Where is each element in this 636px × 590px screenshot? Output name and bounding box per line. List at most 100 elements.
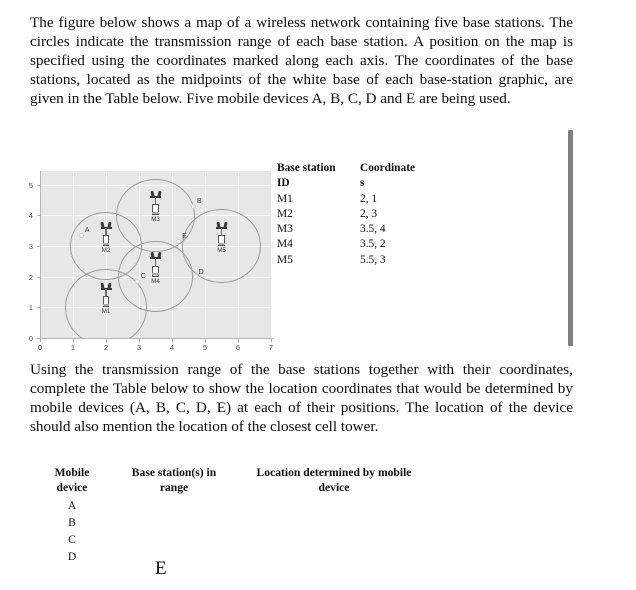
- x-axis-tick-label: 6: [235, 343, 241, 352]
- x-axis-tick: [238, 339, 239, 342]
- x-axis-tick: [139, 339, 140, 342]
- x-axis-tick-label: 4: [169, 343, 175, 352]
- x-axis-tick: [40, 339, 41, 342]
- table-row: M5 5.5, 3: [277, 253, 467, 268]
- y-axis-line: [40, 171, 41, 338]
- base-station-coordinates-cell: 3.5, 4: [360, 223, 386, 236]
- column-header-coordinates-line2: s: [360, 177, 365, 190]
- stations-in-range-cell[interactable]: [114, 499, 234, 516]
- base-station-label: M1: [101, 308, 111, 316]
- location-cell[interactable]: [234, 550, 434, 567]
- mobile-device-cell: A: [67, 499, 77, 513]
- x-axis-tick-label: 2: [103, 343, 109, 352]
- column-header-base-station-id: Base station: [277, 162, 336, 174]
- y-axis-tick-label: 1: [28, 303, 33, 313]
- location-cell[interactable]: [234, 516, 434, 533]
- base-station-tower-icon: M5: [215, 221, 228, 254]
- column-header-location: Location determined by mobile: [256, 466, 412, 479]
- column-header-stations-range-line2: range: [159, 480, 189, 494]
- base-station-coordinates-table: Base station Coordinate ID s M1 2, 1 M2 2, …: [277, 161, 467, 268]
- y-axis-tick: [37, 184, 40, 186]
- column-header-mobile-device: Mobile: [54, 466, 90, 479]
- y-axis-tick-label: 2: [28, 272, 33, 282]
- mobile-device-cell: C: [68, 533, 76, 547]
- tower-base-line: [102, 242, 110, 245]
- table-row: M4 3.5, 2: [277, 237, 467, 252]
- base-station-id-cell: M4: [277, 238, 293, 251]
- base-station-tower-icon: M4: [149, 251, 162, 285]
- base-station-tower-icon: M1: [100, 282, 113, 315]
- y-axis-tick: [37, 215, 40, 217]
- x-axis-tick: [73, 339, 74, 342]
- table-row: A: [30, 499, 490, 516]
- mobile-device-marker: [190, 203, 197, 209]
- table-row: D: [30, 550, 490, 567]
- y-axis-tick: [37, 246, 40, 248]
- answer-table: Mobile Base station(s) in Location deter…: [30, 466, 490, 567]
- stations-in-range-cell[interactable]: [114, 533, 234, 550]
- wireless-network-map: 0 1 2 3 4 5 6 7 0 1 2 3 4 5 M1 M2 M3 M4 M5 A B C D E: [26, 168, 276, 354]
- base-station-tower-icon: M3: [149, 190, 162, 223]
- mobile-device-marker: [134, 278, 140, 284]
- column-header-coordinates: Coordinate: [360, 162, 416, 174]
- mobile-device-marker: [192, 274, 198, 280]
- base-station-id-cell: M5: [277, 253, 293, 266]
- y-axis-tick-label: 4: [28, 211, 33, 221]
- base-station-coordinates-cell: 2, 1: [360, 192, 378, 205]
- location-cell[interactable]: [234, 499, 434, 516]
- x-axis-tick-label: 0: [37, 343, 43, 352]
- mobile-device-cell: B: [68, 516, 76, 530]
- base-station-coordinates-cell: 5.5, 3: [360, 253, 386, 266]
- base-station-coordinates-cell: 2, 3: [360, 207, 378, 220]
- table-header-row: Base station Coordinate: [277, 161, 467, 176]
- x-axis-tick: [172, 339, 173, 342]
- x-axis-tick-label: 3: [136, 343, 142, 352]
- base-station-label: M4: [151, 277, 160, 285]
- base-station-tower-icon: M2: [100, 221, 113, 254]
- x-axis-tick: [271, 339, 272, 342]
- task-paragraph: Using the transmission range of the base…: [30, 361, 573, 436]
- y-axis-tick-label: 0: [28, 334, 33, 343]
- mobile-device-label: B: [196, 198, 202, 206]
- column-header-location-line2: device: [318, 480, 350, 494]
- mobile-device-label: D: [198, 268, 204, 276]
- mobile-device-cell: D: [67, 550, 77, 564]
- y-axis-tick-label: 3: [28, 242, 33, 252]
- column-header-base-station-id-line2: ID: [277, 177, 290, 190]
- y-axis-tick: [37, 307, 40, 309]
- tower-base-line: [102, 303, 110, 306]
- table-header-row-2: ID s: [277, 176, 467, 191]
- mobile-device-label: A: [84, 227, 90, 235]
- page-scrollbar[interactable]: [568, 130, 573, 346]
- base-station-label: M3: [151, 216, 160, 224]
- column-header-stations-range: Base station(s) in: [131, 466, 217, 479]
- table-row: M2 2, 3: [277, 207, 467, 222]
- x-axis-tick-label: 5: [202, 343, 208, 352]
- location-cell[interactable]: [234, 533, 434, 550]
- y-axis-tick: [37, 276, 40, 278]
- mobile-device-marker: [78, 232, 84, 238]
- x-axis-tick-label: 7: [268, 343, 274, 352]
- answer-table-header-row-2: device range device: [30, 481, 490, 496]
- answer-table-header-row-1: Mobile Base station(s) in Location deter…: [30, 466, 490, 481]
- stations-in-range-cell[interactable]: [114, 516, 234, 533]
- tower-base-line: [152, 211, 159, 214]
- base-station-id-cell: M1: [277, 192, 293, 205]
- tower-base-line: [152, 273, 159, 276]
- x-axis-tick: [205, 339, 206, 342]
- y-axis-tick-label: 5: [28, 180, 33, 190]
- base-station-id-cell: M2: [277, 207, 293, 220]
- column-header-mobile-device-line2: device: [56, 480, 88, 494]
- tower-base-line: [218, 242, 225, 245]
- trailing-device-label: E: [155, 558, 167, 579]
- y-axis-tick: [37, 338, 40, 339]
- base-station-label: M2: [101, 247, 111, 255]
- stations-in-range-cell[interactable]: [114, 550, 234, 567]
- base-station-coordinates-cell: 3.5, 2: [360, 238, 386, 251]
- x-axis-tick: [106, 339, 107, 342]
- table-row: M1 2, 1: [277, 192, 467, 207]
- x-axis-tick-label: 1: [70, 343, 76, 352]
- table-row: M3 3.5, 4: [277, 222, 467, 237]
- base-station-label: M5: [217, 247, 226, 255]
- table-row: B: [30, 516, 490, 533]
